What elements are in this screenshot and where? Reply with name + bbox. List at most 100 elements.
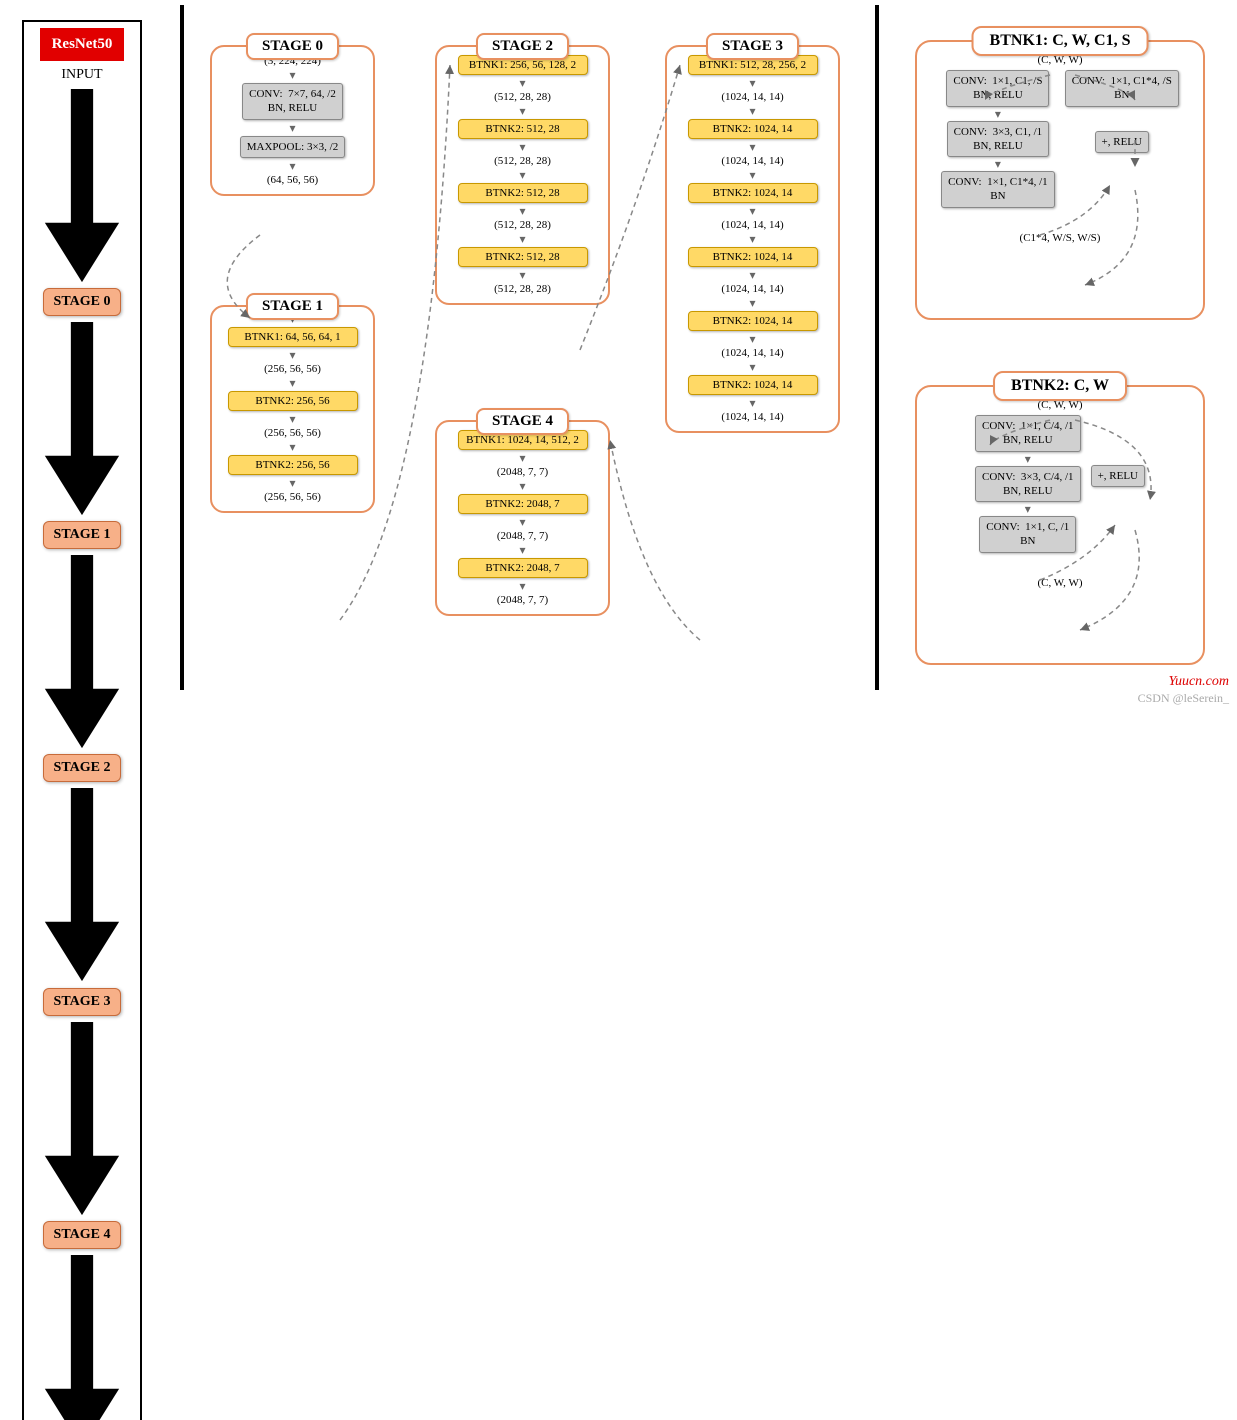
dash-arrow-icon: ▾	[749, 271, 755, 279]
stage0-conv: CONV: 7×7, 64, /2 BN, RELU	[242, 83, 343, 120]
dash-arrow-icon: ▾	[289, 124, 295, 132]
dash-arrow-icon: ▾	[519, 546, 525, 554]
stage3-b5: BTNK2: 1024, 14	[688, 311, 818, 331]
stage4-panel: STAGE 4 BTNK1: 1024, 14, 512, 2 ▾ (2048,…	[435, 420, 610, 616]
input-label: INPUT	[61, 67, 102, 83]
stage1-s1: (256, 56, 56)	[264, 363, 321, 375]
stage3-title: STAGE 3	[706, 33, 799, 60]
stage2-b4: BTNK2: 512, 28	[458, 247, 588, 267]
stage-2-btn: STAGE 2	[43, 754, 122, 782]
dash-arrow-icon: ▾	[519, 207, 525, 215]
stage2-s1: (512, 28, 28)	[494, 91, 551, 103]
divider	[875, 5, 879, 690]
stage2-panel: STAGE 2 BTNK1: 256, 56, 128, 2 ▾ (512, 2…	[435, 45, 610, 305]
btnk1-c2: CONV: 3×3, C1, /1 BN, RELU	[947, 121, 1050, 158]
stage3-s2: (1024, 14, 14)	[721, 155, 783, 167]
stage1-b1: BTNK1: 64, 56, 64, 1	[228, 327, 358, 347]
stage-0-btn: STAGE 0	[43, 288, 122, 316]
stage3-b4: BTNK2: 1024, 14	[688, 247, 818, 267]
dash-arrow-icon: ▾	[289, 415, 295, 423]
dash-arrow-icon: ▾	[749, 299, 755, 307]
btnk2-c2: CONV: 3×3, C/4, /1 BN, RELU	[975, 466, 1081, 503]
dash-arrow-icon: ▾	[749, 363, 755, 371]
arrow-down-icon	[30, 322, 134, 515]
btnk2-c1: CONV: 1×1, C/4, /1 BN, RELU	[975, 415, 1081, 452]
dash-arrow-icon: ▾	[1025, 455, 1031, 463]
watermark-yuucn: Yuucn.com	[1168, 674, 1229, 690]
stage1-b2: BTNK2: 256, 56	[228, 391, 358, 411]
stage1-s3: (256, 56, 56)	[264, 491, 321, 503]
stage1-title: STAGE 1	[246, 293, 339, 320]
stage0-pool: MAXPOOL: 3×3, /2	[240, 136, 345, 158]
stage2-s4: (512, 28, 28)	[494, 283, 551, 295]
btnk2-out: (C, W, W)	[925, 577, 1195, 589]
stage4-title: STAGE 4	[476, 408, 569, 435]
dash-arrow-icon: ▾	[749, 143, 755, 151]
stage3-b6: BTNK2: 1024, 14	[688, 375, 818, 395]
watermark-csdn: CSDN @leSerein_	[1138, 691, 1229, 706]
dash-arrow-icon: ▾	[749, 207, 755, 215]
btnk2-panel: BTNK2: C, W (C, W, W) CONV: 1×1, C/4, /1…	[915, 385, 1205, 665]
divider	[180, 5, 184, 690]
dash-arrow-icon: ▾	[749, 171, 755, 179]
dash-arrow-icon: ▾	[519, 518, 525, 526]
stage3-s3: (1024, 14, 14)	[721, 219, 783, 231]
dash-arrow-icon: ▾	[1025, 505, 1031, 513]
btnk2-c3: CONV: 1×1, C, /1 BN	[979, 516, 1076, 553]
stage4-s2: (2048, 7, 7)	[497, 530, 548, 542]
stage3-s4: (1024, 14, 14)	[721, 283, 783, 295]
dash-arrow-icon: ▾	[289, 379, 295, 387]
btnk1-title: BTNK1: C, W, C1, S	[972, 26, 1149, 56]
dash-arrow-icon: ▾	[519, 107, 525, 115]
stage2-s3: (512, 28, 28)	[494, 219, 551, 231]
dash-arrow-icon: ▾	[749, 335, 755, 343]
dash-arrow-icon: ▾	[749, 79, 755, 87]
arrow-down-icon	[30, 1255, 134, 1420]
stage4-s1: (2048, 7, 7)	[497, 466, 548, 478]
arrow-down-icon	[30, 1022, 134, 1215]
arrow-down-icon	[30, 555, 134, 748]
dash-arrow-icon: ▾	[289, 71, 295, 79]
dash-arrow-icon: ▾	[519, 454, 525, 462]
dash-arrow-icon: ▾	[519, 79, 525, 87]
stage3-s5: (1024, 14, 14)	[721, 347, 783, 359]
stage4-b3: BTNK2: 2048, 7	[458, 558, 588, 578]
dash-arrow-icon: ▾	[289, 479, 295, 487]
resnet-overview: ResNet50 INPUT STAGE 0 STAGE 1 STAGE 2 S…	[22, 20, 142, 1420]
btnk2-add: +, RELU	[1091, 465, 1145, 487]
stage2-title: STAGE 2	[476, 33, 569, 60]
dash-arrow-icon: ▾	[289, 162, 295, 170]
btnk1-panel: BTNK1: C, W, C1, S (C, W, W) CONV: 1×1, …	[915, 40, 1205, 320]
btnk1-out: (C1*4, W/S, W/S)	[925, 232, 1195, 244]
dash-arrow-icon: ▾	[519, 271, 525, 279]
dash-arrow-icon: ▾	[519, 235, 525, 243]
dash-arrow-icon: ▾	[519, 582, 525, 590]
dash-arrow-icon: ▾	[519, 171, 525, 179]
stage3-b3: BTNK2: 1024, 14	[688, 183, 818, 203]
dash-arrow-icon: ▾	[749, 235, 755, 243]
dash-arrow-icon: ▾	[289, 351, 295, 359]
stage0-panel: STAGE 0 (3, 224, 224) ▾ CONV: 7×7, 64, /…	[210, 45, 375, 196]
btnk2-title: BTNK2: C, W	[993, 371, 1127, 401]
btnk1-c1: CONV: 1×1, C1, /S BN, RELU	[946, 70, 1049, 107]
btnk1-r1: CONV: 1×1, C1*4, /S BN	[1065, 70, 1179, 107]
dash-arrow-icon: ▾	[519, 143, 525, 151]
arrow-down-icon	[30, 89, 134, 282]
stage-3-btn: STAGE 3	[43, 988, 122, 1016]
btnk1-c3: CONV: 1×1, C1*4, /1 BN	[941, 171, 1055, 208]
stage4-s3: (2048, 7, 7)	[497, 594, 548, 606]
stage3-panel: STAGE 3 BTNK1: 512, 28, 256, 2 ▾ (1024, …	[665, 45, 840, 433]
stage1-panel: STAGE 1 ▾ BTNK1: 64, 56, 64, 1 ▾ (256, 5…	[210, 305, 375, 513]
dash-arrow-icon: ▾	[995, 160, 1001, 168]
resnet-title: ResNet50	[40, 28, 125, 61]
stage2-s2: (512, 28, 28)	[494, 155, 551, 167]
dash-arrow-icon: ▾	[749, 399, 755, 407]
btnk1-add: +, RELU	[1095, 131, 1149, 153]
stage0-title: STAGE 0	[246, 33, 339, 60]
stage2-b2: BTNK2: 512, 28	[458, 119, 588, 139]
stage-1-btn: STAGE 1	[43, 521, 122, 549]
stage-4-btn: STAGE 4	[43, 1221, 122, 1249]
stage4-b2: BTNK2: 2048, 7	[458, 494, 588, 514]
dash-arrow-icon: ▾	[289, 443, 295, 451]
stage1-s2: (256, 56, 56)	[264, 427, 321, 439]
